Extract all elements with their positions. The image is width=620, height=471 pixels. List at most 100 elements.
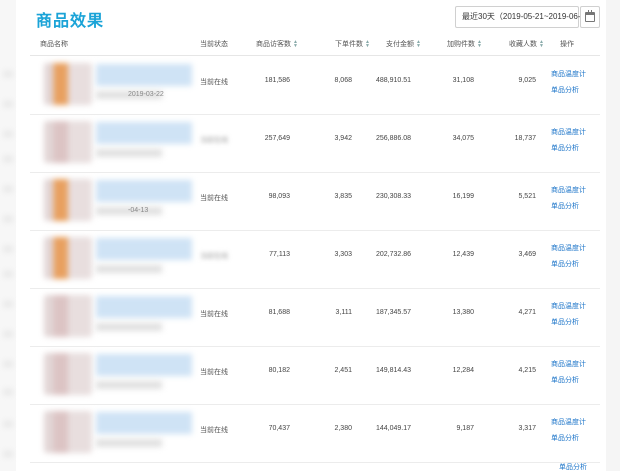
cart-cell: 12,439 (452, 251, 474, 258)
product-name[interactable] (96, 296, 192, 318)
payment-cell: 144,049.17 (375, 425, 411, 432)
orders-cell: 3,303 (334, 251, 352, 258)
product-thumbnail[interactable] (44, 63, 92, 105)
col-header-favorites[interactable]: 收藏人数 ▲ ▼ (480, 34, 544, 54)
favorites-cell: 3,317 (518, 425, 536, 432)
product-name[interactable] (96, 64, 192, 86)
visitors-cell: 257,649 (264, 135, 290, 142)
header-divider (30, 55, 600, 56)
table-row: 当前在线 257,649 3,942 256,886.08 34,075 18,737 商品… (30, 115, 600, 173)
favorites-cell: 4,271 (518, 309, 536, 316)
payment-cell: 488,910.51 (375, 77, 411, 84)
orders-cell: 8,068 (334, 77, 352, 84)
payment-cell: 256,886.08 (375, 135, 411, 142)
payment-cell: 202,732.86 (375, 251, 411, 258)
sort-icon[interactable]: ▲ ▼ (293, 40, 298, 49)
col-header-cart[interactable]: 加购件数 ▲ ▼ (420, 34, 482, 54)
temperature-link[interactable]: 商品温度计 (551, 301, 586, 311)
visitors-cell: 81,688 (268, 309, 290, 316)
product-thumbnail[interactable] (44, 353, 92, 395)
payment-cell: 149,814.43 (375, 367, 411, 374)
single-analysis-link[interactable]: 单品分析 (551, 259, 579, 269)
cart-cell: 16,199 (452, 193, 474, 200)
temperature-link[interactable]: 商品温度计 (551, 417, 586, 427)
product-name[interactable] (96, 238, 192, 260)
table-row: 当前在线 77,113 3,303 202,732.86 12,439 3,469 商品温度… (30, 231, 600, 289)
product-subinfo (96, 381, 162, 389)
listing-date: 2019-03-22 (128, 91, 164, 98)
temperature-link[interactable]: 商品温度计 (551, 359, 586, 369)
visitors-cell: 98,093 (268, 193, 290, 200)
col-header-name: 商品名称 (40, 41, 68, 48)
visitors-cell: 77,113 (269, 251, 290, 258)
orders-cell: 3,111 (335, 309, 352, 316)
single-analysis-link[interactable]: 单品分析 (551, 433, 579, 443)
product-subinfo (96, 149, 162, 157)
date-range-select[interactable]: 最近30天（2019-05-21~2019-06-19） (455, 6, 597, 28)
product-subinfo (96, 265, 162, 273)
table-row: 当前在线 70,437 2,380 144,049.17 9,187 3,317 商品温度计… (30, 405, 600, 463)
product-subinfo (96, 323, 162, 331)
temperature-link[interactable]: 商品温度计 (551, 69, 586, 79)
favorites-cell: 5,521 (518, 193, 536, 200)
favorites-cell: 18,737 (514, 135, 536, 142)
status-badge: 当前在线 (200, 79, 228, 86)
orders-cell: 3,942 (334, 135, 352, 142)
right-edge (606, 0, 620, 471)
orders-cell: 2,380 (334, 425, 352, 432)
product-name[interactable] (96, 180, 192, 202)
single-analysis-link[interactable]: 单品分析 (551, 375, 579, 385)
temperature-link[interactable]: 商品温度计 (551, 127, 586, 137)
visitors-cell: 70,437 (268, 425, 290, 432)
product-thumbnail[interactable] (44, 121, 92, 163)
status-badge: 当前在线 (200, 311, 228, 318)
cart-cell: 9,187 (456, 425, 474, 432)
listing-date: -04-13 (128, 207, 149, 214)
col-header-actions: 操作 (560, 41, 574, 48)
favorites-cell: 9,025 (518, 77, 536, 84)
table-row: 当前在线 80,182 2,451 149,814.43 12,284 4,215 商品温度… (30, 347, 600, 405)
single-analysis-link[interactable]: 单品分析 (551, 317, 579, 327)
status-badge: 当前在线 (200, 427, 228, 434)
table-row: -04-13 当前在线 98,093 3,835 230,308.33 16,199 5,5… (30, 173, 600, 231)
calendar-button[interactable] (580, 6, 600, 28)
left-edge (0, 0, 16, 471)
orders-cell: 2,451 (334, 367, 352, 374)
single-analysis-link[interactable]: 单品分析 (551, 143, 579, 153)
product-subinfo (96, 439, 162, 447)
sort-icon[interactable]: ▲ ▼ (539, 40, 544, 49)
temperature-link[interactable]: 商品温度计 (551, 243, 586, 253)
orders-cell: 3,835 (334, 193, 352, 200)
temperature-link[interactable]: 商品温度计 (551, 185, 586, 195)
status-badge: 当前在线 (200, 369, 228, 376)
col-header-orders[interactable]: 下单件数 ▲ ▼ (310, 34, 370, 54)
cart-cell: 31,108 (452, 77, 474, 84)
status-badge: 当前在线 (200, 195, 228, 202)
single-analysis-link[interactable]: 单品分析 (551, 201, 579, 211)
product-thumbnail[interactable] (44, 411, 92, 453)
table-row: 2019-03-22 当前在线 181,586 8,068 488,910.51 31,1… (30, 57, 600, 115)
status-badge: 当前在线 (200, 137, 228, 144)
visitors-cell: 181,586 (264, 77, 290, 84)
product-name[interactable] (96, 122, 192, 144)
col-header-visitors[interactable]: 商品访客数 ▲ ▼ (240, 34, 298, 54)
col-header-payment[interactable]: 支付金额 ▲ ▼ (370, 34, 421, 54)
table-row: 当前在线 81,688 3,111 187,345.57 13,380 4,271 商品温度… (30, 289, 600, 347)
product-thumbnail[interactable] (44, 237, 92, 279)
status-badge: 当前在线 (200, 253, 228, 260)
cart-cell: 13,380 (452, 309, 474, 316)
favorites-cell: 3,469 (518, 251, 536, 258)
payment-cell: 230,308.33 (375, 193, 411, 200)
product-name[interactable] (96, 412, 192, 434)
cart-cell: 12,284 (452, 367, 474, 374)
cart-cell: 34,075 (452, 135, 474, 142)
page-title: 商品效果 (36, 13, 105, 30)
favorites-cell: 4,215 (518, 367, 536, 374)
visitors-cell: 80,182 (268, 367, 290, 374)
product-thumbnail[interactable] (44, 295, 92, 337)
calendar-icon (585, 10, 595, 22)
product-name[interactable] (96, 354, 192, 376)
single-analysis-link[interactable]: 单品分析 (551, 85, 579, 95)
product-thumbnail[interactable] (44, 179, 92, 221)
single-analysis-link[interactable]: 单品分析 (559, 462, 587, 471)
